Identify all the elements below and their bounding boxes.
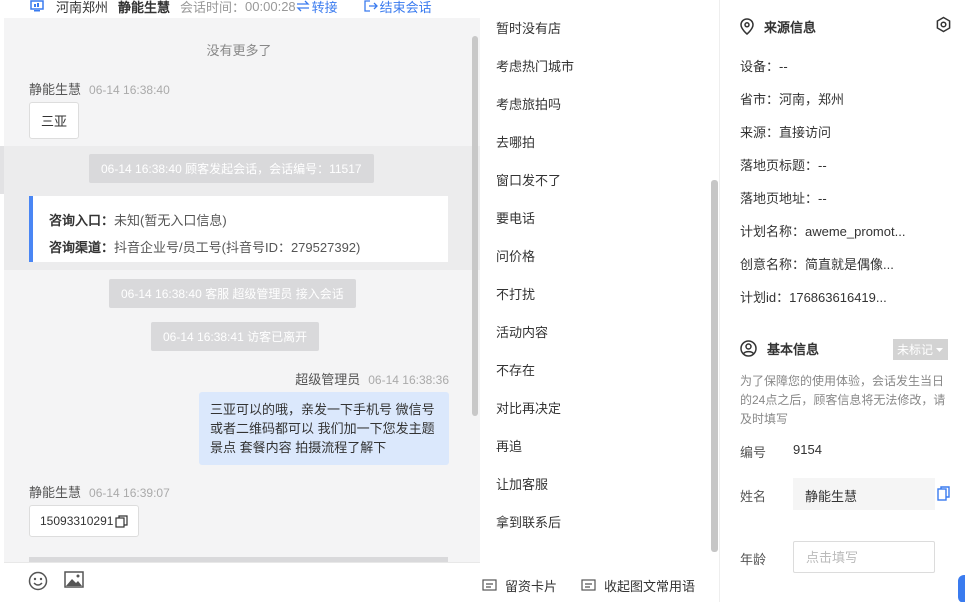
phrase-item[interactable]: 要电话 bbox=[496, 208, 535, 227]
image-icon[interactable] bbox=[64, 571, 84, 589]
phrase-item[interactable]: 暂时没有店 bbox=[496, 18, 561, 37]
plan-id-field: 计划id：176863616419... bbox=[740, 290, 887, 305]
message-time: 06-14 16:38:40 bbox=[89, 83, 170, 97]
entry-label: 咨询入口： bbox=[49, 213, 115, 228]
entry-value: 未知(暂无入口信息) bbox=[114, 213, 227, 228]
emoji-icon[interactable] bbox=[28, 571, 48, 591]
edit-notice: 为了保障您的使用体验，会话发生当日的24点之后，顾客信息将无法修改，请及时填写 bbox=[740, 374, 946, 426]
phrase-item[interactable]: 问价格 bbox=[496, 246, 535, 265]
landing-url-field: 落地页地址：-- bbox=[740, 191, 827, 206]
basic-info-title: 基本信息 bbox=[740, 339, 819, 358]
channel-value: 抖音企业号/员工号(抖音号ID：279527392) bbox=[114, 240, 361, 255]
phrase-item[interactable]: 不打扰 bbox=[496, 284, 535, 303]
sender-name: 静能生慧 bbox=[29, 485, 82, 500]
customer-message-bubble: 三亚 bbox=[29, 102, 80, 139]
phrase-item[interactable]: 拿到联系后 bbox=[496, 512, 561, 531]
session-time-label: 会话时间： bbox=[180, 0, 246, 15]
card-icon bbox=[482, 579, 497, 591]
customer-phone-bubble[interactable]: 15093310291 bbox=[29, 505, 140, 537]
chat-header: 河南郑州 静能生慧 会话时间： 00:00:28 转接 结束会话 bbox=[0, 0, 480, 18]
phrase-item[interactable]: 不存在 bbox=[496, 360, 535, 379]
message-time: 06-14 16:38:36 bbox=[368, 373, 449, 387]
basic-info-label: 基本信息 bbox=[767, 342, 820, 357]
mark-status-dropdown[interactable]: 未标记 bbox=[893, 339, 949, 360]
chat-panel: 河南郑州 静能生慧 会话时间： 00:00:28 转接 结束会话 没有更多了 静… bbox=[0, 0, 480, 602]
collapse-phrases-label: 收起图文常用语 bbox=[604, 579, 696, 594]
settings-icon[interactable] bbox=[935, 16, 952, 33]
message-time: 06-14 16:39:07 bbox=[89, 486, 170, 500]
age-input[interactable] bbox=[793, 541, 935, 573]
chat-input-toolbar bbox=[4, 562, 480, 602]
collapse-phrases-button[interactable]: 收起图文常用语 bbox=[581, 576, 695, 595]
source-field: 来源：直接访问 bbox=[740, 125, 832, 140]
system-message: 06-14 16:38:40 客服 超级管理员 接入会话 bbox=[109, 279, 356, 308]
session-time: 00:00:28 bbox=[245, 0, 296, 14]
chat-scrollbar[interactable] bbox=[472, 36, 478, 416]
phrase-item[interactable]: 窗口发不了 bbox=[496, 170, 561, 189]
floating-action-tab[interactable] bbox=[958, 575, 965, 602]
source-info-title: 来源信息 bbox=[740, 17, 816, 36]
message-icon bbox=[581, 579, 596, 591]
customer-name: 静能生慧 bbox=[118, 0, 171, 15]
phrase-item[interactable]: 让加客服 bbox=[496, 474, 548, 493]
plan-name-field: 计划名称：aweme_promot... bbox=[740, 224, 906, 239]
caret-down-icon bbox=[936, 347, 944, 352]
phrase-item[interactable]: 对比再决定 bbox=[496, 398, 561, 417]
name-label: 姓名 bbox=[740, 489, 767, 504]
sender-name: 静能生慧 bbox=[29, 82, 82, 97]
province-field: 省市：河南，郑州 bbox=[740, 92, 845, 107]
phone-number: 15093310291 bbox=[40, 514, 114, 528]
chat-message-list[interactable]: 没有更多了 静能生慧 06-14 16:38:40 三亚 06-14 16:38:… bbox=[4, 30, 480, 562]
mark-status-label: 未标记 bbox=[897, 343, 934, 357]
lead-card-button[interactable]: 留资卡片 bbox=[482, 576, 557, 595]
message-sender: 静能生慧 06-14 16:39:07 bbox=[29, 482, 170, 501]
sender-name: 超级管理员 bbox=[295, 372, 361, 387]
copy-icon[interactable] bbox=[937, 486, 950, 501]
device-field: 设备：-- bbox=[740, 59, 788, 74]
end-session-button[interactable]: 结束会话 bbox=[364, 0, 432, 16]
customer-info-panel: 来源信息 设备：-- 省市：河南，郑州 来源：直接访问 落地页标题：-- 落地页… bbox=[720, 0, 965, 602]
creative-name-field: 创意名称：简直就是偶像... bbox=[740, 257, 894, 272]
location-pin-icon bbox=[740, 18, 754, 35]
monitor-icon bbox=[30, 0, 44, 12]
phrase-item[interactable]: 考虑旅拍吗 bbox=[496, 94, 561, 113]
message-sender: 静能生慧 06-14 16:38:40 bbox=[29, 79, 170, 98]
message-sender: 超级管理员 06-14 16:38:36 bbox=[295, 369, 449, 388]
landing-title-field: 落地页标题：-- bbox=[740, 158, 827, 173]
source-info-label: 来源信息 bbox=[764, 20, 817, 35]
id-value: 9154 bbox=[793, 442, 822, 457]
phrase-item[interactable]: 考虑热门城市 bbox=[496, 56, 574, 75]
lead-card-label: 留资卡片 bbox=[505, 579, 558, 594]
system-message: 06-14 16:38:40 顾客发起会话，会话编号：11517 bbox=[89, 154, 374, 183]
phrase-item[interactable]: 再追 bbox=[496, 436, 522, 455]
phrase-item[interactable]: 活动内容 bbox=[496, 322, 548, 341]
transfer-label: 转接 bbox=[311, 0, 338, 15]
common-phrases-panel: 暂时没有店 考虑热门城市 考虑旅拍吗 去哪拍 窗口发不了 要电话 问价格 不打扰… bbox=[480, 0, 720, 602]
phrase-item[interactable]: 去哪拍 bbox=[496, 132, 535, 151]
no-more-messages: 没有更多了 bbox=[206, 43, 272, 58]
transfer-icon bbox=[296, 0, 310, 12]
copy-icon[interactable] bbox=[115, 514, 129, 528]
agent-message-bubble: 三亚可以的哦，亲发一下手机号 微信号或者二维码都可以 我们加一下您发主题景点 套… bbox=[199, 392, 449, 465]
id-label: 编号 bbox=[740, 445, 767, 460]
age-label: 年龄 bbox=[740, 552, 767, 567]
end-session-label: 结束会话 bbox=[379, 0, 432, 15]
user-circle-icon bbox=[740, 340, 757, 357]
channel-label: 咨询渠道： bbox=[49, 240, 115, 255]
transfer-button[interactable]: 转接 bbox=[296, 0, 338, 16]
name-field[interactable]: 静能生慧 bbox=[793, 478, 935, 510]
phrases-scrollbar[interactable] bbox=[711, 180, 718, 552]
exit-icon bbox=[364, 0, 378, 12]
customer-location: 河南郑州 bbox=[56, 0, 109, 15]
system-message: 06-14 16:38:41 访客已离开 bbox=[151, 322, 320, 351]
entry-info-card: 咨询入口：未知(暂无入口信息) 咨询渠道：抖音企业号/员工号(抖音号ID：279… bbox=[29, 196, 448, 262]
